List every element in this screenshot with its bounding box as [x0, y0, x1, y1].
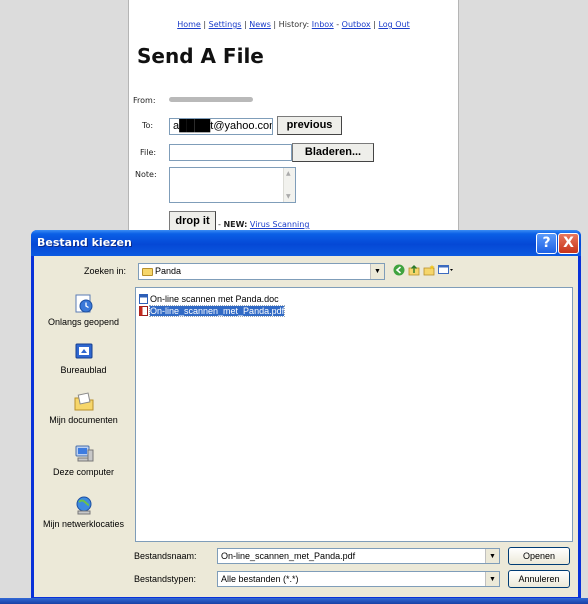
file-item-pdf[interactable]: On-line_scannen_met_Panda.pdf — [139, 305, 286, 317]
place-label: Mijn documenten — [49, 415, 118, 425]
filename-label: Bestandsnaam: — [134, 551, 197, 561]
nav-separator: | — [203, 20, 207, 29]
note-scrollbar[interactable]: ▲ ▼ — [283, 168, 295, 202]
previous-button[interactable]: previous — [277, 116, 342, 135]
pdf-icon — [139, 306, 148, 316]
filetype-label: Bestandstypen: — [134, 574, 197, 584]
file-path-input[interactable] — [169, 144, 292, 161]
place-label: Mijn netwerklocaties — [42, 519, 125, 529]
file-label: File: — [140, 148, 157, 157]
look-in-dropdown[interactable]: Panda ▼ — [138, 263, 385, 280]
top-navigation: Home | Settings | News | History: Inbox … — [129, 20, 458, 29]
from-value-redacted — [169, 97, 253, 102]
chevron-down-icon[interactable]: ▼ — [485, 549, 499, 563]
chevron-down-icon[interactable]: ▼ — [370, 264, 384, 279]
drop-it-button[interactable]: drop it — [169, 211, 216, 231]
nav-separator: | — [244, 20, 247, 29]
word-doc-icon — [139, 294, 148, 304]
place-label: Onlangs geopend — [47, 317, 120, 327]
dialog-titlebar[interactable]: Bestand kiezen ? X — [31, 230, 581, 256]
outbox-link[interactable]: Outbox — [342, 20, 371, 29]
new-label: NEW: — [223, 220, 248, 229]
chevron-down-icon[interactable]: ▼ — [485, 572, 499, 586]
web-page: Home | Settings | News | History: Inbox … — [128, 0, 459, 262]
new-folder-icon[interactable] — [423, 264, 435, 276]
settings-link[interactable]: Settings — [209, 20, 242, 29]
to-label: To: — [142, 121, 154, 130]
my-computer-icon — [75, 445, 93, 462]
note-textarea[interactable]: ▲ ▼ — [169, 167, 296, 203]
recent-documents-icon — [75, 294, 92, 313]
desktop-icon — [75, 343, 92, 359]
open-button[interactable]: Openen — [508, 547, 570, 565]
file-name: On-line scannen met Panda.doc — [150, 294, 279, 304]
place-desktop[interactable]: Bureaublad — [36, 342, 131, 375]
back-icon[interactable] — [393, 264, 405, 276]
logout-link[interactable]: Log Out — [378, 20, 409, 29]
network-places-icon — [76, 496, 91, 515]
nav-separator: | — [373, 20, 376, 29]
close-button[interactable]: X — [558, 233, 579, 254]
page-title: Send A File — [137, 44, 264, 68]
place-label: Bureaublad — [60, 365, 107, 375]
cancel-button[interactable]: Annuleren — [508, 570, 570, 588]
filetype-value: Alle bestanden (*.*) — [221, 574, 299, 584]
nav-separator: | — [273, 20, 277, 29]
to-input[interactable]: a████t@yahoo.com — [169, 118, 273, 135]
inbox-link[interactable]: Inbox — [312, 20, 334, 29]
scroll-up-icon[interactable]: ▲ — [286, 170, 291, 177]
up-folder-icon[interactable] — [408, 264, 420, 276]
note-label: Note: — [135, 170, 157, 179]
place-network[interactable]: Mijn netwerklocaties — [36, 496, 131, 529]
look-in-label: Zoeken in: — [84, 266, 127, 276]
place-recent[interactable]: Onlangs geopend — [36, 294, 131, 327]
places-bar: Onlangs geopend Bureaublad Mijn document… — [36, 288, 131, 543]
filename-input[interactable]: On-line_scannen_met_Panda.pdf ▼ — [217, 548, 500, 564]
history-label: History: — [278, 20, 310, 29]
look-in-value: Panda — [155, 266, 182, 276]
place-my-computer[interactable]: Deze computer — [36, 444, 131, 477]
taskbar[interactable] — [0, 598, 588, 604]
file-item-doc[interactable]: On-line scannen met Panda.doc — [139, 293, 279, 305]
file-open-dialog: Bestand kiezen ? X Zoeken in: Panda ▼ On — [31, 230, 581, 600]
filetype-dropdown[interactable]: Alle bestanden (*.*) ▼ — [217, 571, 500, 587]
view-menu-icon[interactable] — [438, 264, 454, 276]
filename-value: On-line_scannen_met_Panda.pdf — [221, 551, 356, 561]
new-feature-notice: - NEW: Virus Scanning — [218, 220, 309, 229]
file-list[interactable]: On-line scannen met Panda.doc On-line_sc… — [135, 287, 573, 542]
from-label: From: — [133, 96, 156, 105]
folder-icon — [142, 268, 153, 276]
virus-scanning-link[interactable]: Virus Scanning — [250, 220, 309, 229]
dialog-title: Bestand kiezen — [37, 236, 132, 249]
my-documents-icon — [74, 392, 93, 411]
place-label: Deze computer — [52, 467, 115, 477]
place-my-documents[interactable]: Mijn documenten — [36, 392, 131, 425]
nav-separator: - — [336, 20, 340, 29]
news-link[interactable]: News — [249, 20, 271, 29]
help-button[interactable]: ? — [536, 233, 557, 254]
home-link[interactable]: Home — [177, 20, 201, 29]
scroll-down-icon[interactable]: ▼ — [286, 193, 291, 200]
file-name: On-line_scannen_met_Panda.pdf — [148, 305, 286, 317]
browse-button[interactable]: Bladeren... — [292, 143, 374, 162]
